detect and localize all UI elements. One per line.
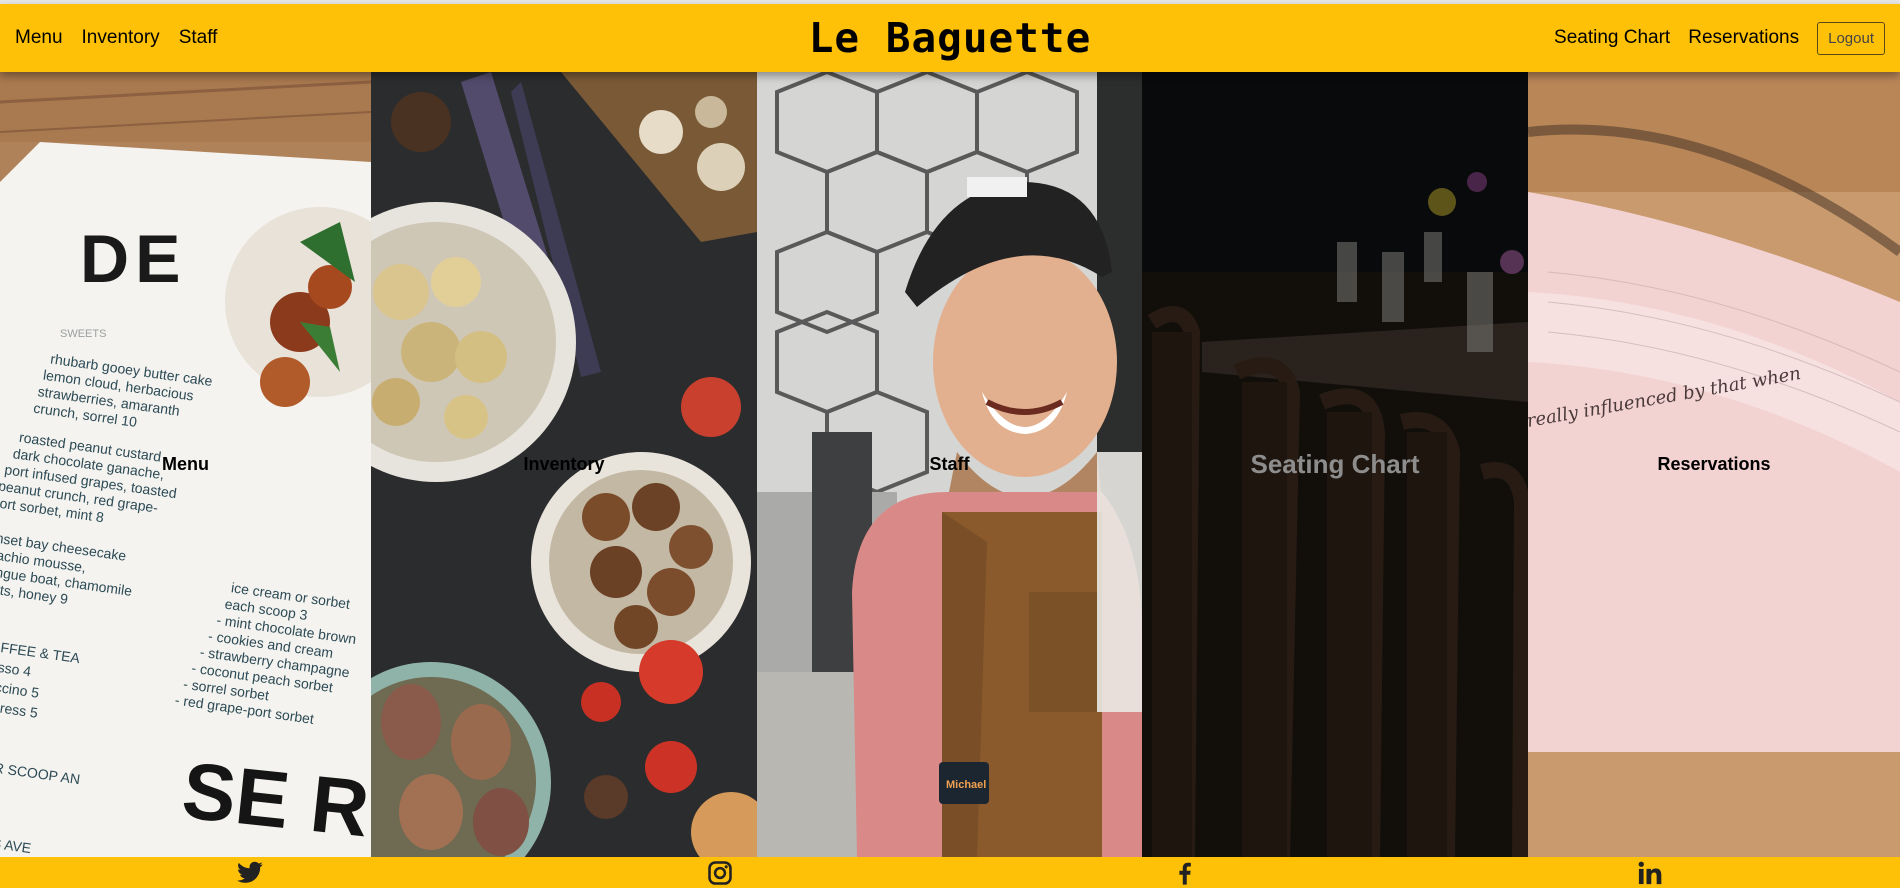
nav-left: Menu Inventory Staff [15,4,217,72]
nav-reservations-link[interactable]: Reservations [1688,27,1799,49]
nav-staff-link[interactable]: Staff [179,27,218,49]
panel-label-menu: Menu [162,454,209,474]
nav-seating-chart-link[interactable]: Seating Chart [1554,27,1670,49]
nav-menu-link[interactable]: Menu [15,27,63,49]
menu-panel[interactable]: DE SWEETS rhubarb gooey butter cake lemo… [0,72,371,857]
panel-label-inventory: Inventory [523,454,605,474]
linkedin-icon[interactable] [1630,857,1670,888]
navbar: Menu Inventory Staff Le Baguette Seating… [0,4,1900,72]
facebook-icon[interactable] [1165,857,1205,888]
panel-label-reservations: Reservations [1657,454,1771,474]
panel-label-seating-chart: Seating Chart [1250,449,1420,479]
footer [0,857,1900,888]
feature-panels: DE SWEETS rhubarb gooey butter cake lemo… [0,72,1900,857]
logout-button[interactable]: Logout [1817,21,1885,55]
staff-panel[interactable]: Michael Staff [757,72,1142,857]
twitter-icon[interactable] [230,857,270,888]
nav-right: Seating Chart Reservations Logout [1554,4,1885,72]
instagram-icon[interactable] [700,857,740,888]
inventory-panel[interactable]: Inventory [371,72,757,857]
nav-inventory-link[interactable]: Inventory [82,27,160,49]
reservations-panel[interactable]: really influenced by that when Reservati… [1528,72,1900,857]
menu-heading-top: DE [80,221,186,297]
name-tag-text: Michael [946,779,986,791]
panel-label-staff: Staff [929,454,970,474]
seating-chart-panel[interactable]: Seating Chart [1142,72,1528,857]
menu-section: SWEETS [60,328,106,340]
